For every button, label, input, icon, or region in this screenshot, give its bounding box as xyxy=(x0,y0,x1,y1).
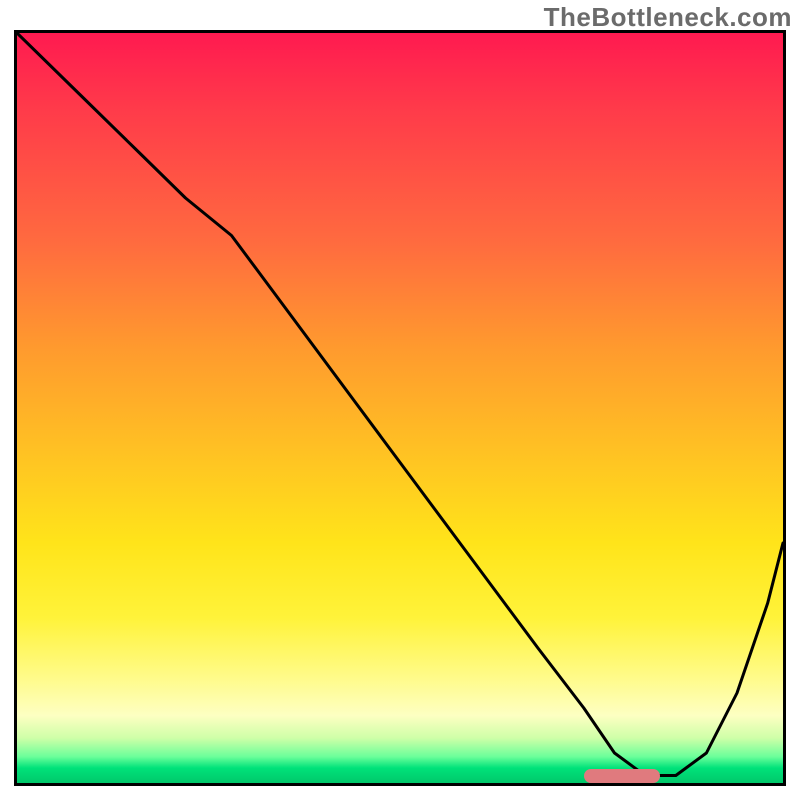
curve-layer xyxy=(17,33,783,783)
plot-area xyxy=(14,30,786,786)
bottleneck-curve xyxy=(17,33,783,776)
watermark-text: TheBottleneck.com xyxy=(544,2,792,33)
bottleneck-chart: TheBottleneck.com xyxy=(0,0,800,800)
optimal-range-marker xyxy=(584,769,661,783)
